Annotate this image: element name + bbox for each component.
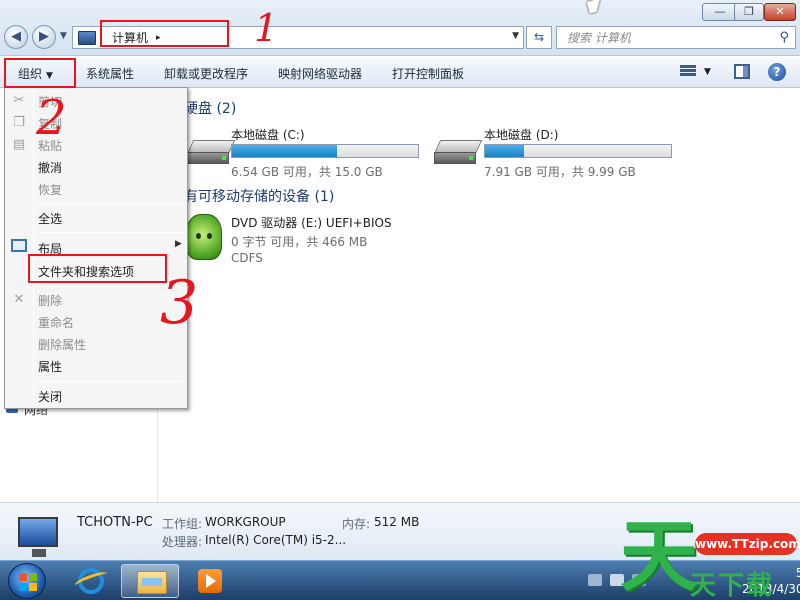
folder-icon xyxy=(137,571,167,594)
menu-item-close[interactable]: 关闭 xyxy=(38,388,62,405)
maximize-button[interactable]: ❐ xyxy=(734,3,764,21)
drive-space: 7.91 GB 可用，共 9.99 GB xyxy=(484,165,636,179)
close-button[interactable]: ✕ xyxy=(764,3,796,21)
computer-icon xyxy=(78,30,96,45)
preview-pane-icon[interactable] xyxy=(734,64,750,79)
drive-usage-bar xyxy=(484,144,672,158)
address-dropdown[interactable]: ▼ xyxy=(512,31,519,41)
workgroup-value: WORKGROUP xyxy=(205,515,286,529)
drive-space: 6.54 GB 可用，共 15.0 GB xyxy=(231,165,383,179)
forward-button[interactable]: ▶ xyxy=(32,25,56,49)
annotation-box-address xyxy=(100,20,229,47)
open-control-panel-button[interactable]: 打开控制面板 xyxy=(392,65,464,82)
taskbar-internet-explorer[interactable] xyxy=(62,564,120,598)
annotation-box-organize xyxy=(4,58,76,88)
media-player-icon xyxy=(198,569,222,593)
help-icon[interactable]: ? xyxy=(768,63,786,81)
annotation-box-folder-options xyxy=(28,254,167,283)
watermark-logo: 天 xyxy=(620,512,699,600)
menu-item-undo[interactable]: 撤消 xyxy=(38,159,62,176)
dvd-drive-icon xyxy=(186,214,222,260)
refresh-button[interactable]: ⇆ xyxy=(526,26,552,49)
menu-item-properties[interactable]: 属性 xyxy=(38,358,62,375)
drive-usage-bar xyxy=(231,144,419,158)
scissors-icon: ✂ xyxy=(13,93,25,108)
search-icon[interactable]: ⚲ xyxy=(779,30,789,45)
removable-devices-header[interactable]: 有可移动存储的设备 (1) xyxy=(184,186,334,206)
annotation-number-1: 1 xyxy=(254,6,279,50)
menu-separator xyxy=(37,381,183,382)
hard-disk-icon xyxy=(433,140,483,166)
uninstall-program-button[interactable]: 卸载或更改程序 xyxy=(164,65,248,82)
menu-item-select-all[interactable]: 全选 xyxy=(38,210,62,227)
menu-item-redo[interactable]: 恢复 xyxy=(38,181,62,198)
recent-pages-dropdown[interactable]: ▼ xyxy=(60,31,67,41)
dvd-drive-name[interactable]: DVD 驱动器 (E:) UEFI+BIOS xyxy=(231,214,392,231)
copy-icon: ❐ xyxy=(13,115,25,130)
menu-item-remove-properties[interactable]: 删除属性 xyxy=(38,336,86,353)
computer-monitor-icon xyxy=(18,517,58,557)
system-properties-button[interactable]: 系统属性 xyxy=(86,65,134,82)
paste-icon: ▤ xyxy=(12,137,26,152)
view-options-dropdown[interactable]: ▼ xyxy=(704,67,711,77)
annotation-number-2: 2 xyxy=(36,90,67,146)
memory-label: 内存: xyxy=(342,517,371,531)
minimize-button[interactable]: — xyxy=(702,3,738,21)
menu-item-delete[interactable]: 删除 xyxy=(38,292,62,309)
drive-name: 本地磁盘 (D:) xyxy=(484,128,559,142)
map-network-drive-button[interactable]: 映射网络驱动器 xyxy=(278,65,362,82)
menu-separator xyxy=(37,204,183,205)
delete-icon: ✕ xyxy=(13,292,25,307)
search-input[interactable]: 搜索 计算机 ⚲ xyxy=(556,26,796,49)
watermark-text: 天下载 xyxy=(690,571,775,600)
keyboard-icon[interactable] xyxy=(588,574,602,586)
taskbar-media-player[interactable] xyxy=(180,564,238,598)
hard-disk-icon xyxy=(186,140,236,166)
menu-item-rename[interactable]: 重命名 xyxy=(38,314,74,331)
taskbar-windows-explorer[interactable] xyxy=(121,564,179,598)
workgroup-label: 工作组: xyxy=(162,517,203,531)
internet-explorer-icon xyxy=(78,568,104,594)
drive-usage-fill xyxy=(485,145,524,157)
watermark-site: www.TTzip.com xyxy=(695,533,800,555)
dvd-drive-space: 0 字节 可用，共 466 MB xyxy=(231,235,368,249)
submenu-arrow-icon: ▶ xyxy=(175,239,182,249)
processor-value: Intel(R) Core(TM) i5-2... xyxy=(205,533,347,547)
search-placeholder: 搜索 计算机 xyxy=(567,31,631,45)
menu-separator xyxy=(37,232,183,233)
start-button[interactable] xyxy=(8,563,46,599)
layout-icon xyxy=(11,239,27,252)
change-view-icon[interactable] xyxy=(680,64,696,80)
dvd-drive-filesystem: CDFS xyxy=(231,251,263,265)
annotation-number-3: 3 xyxy=(160,268,199,338)
drive-name: 本地磁盘 (C:) xyxy=(231,128,305,142)
drive-usage-fill xyxy=(232,145,337,157)
back-button[interactable]: ◀ xyxy=(4,25,28,49)
hard-disks-header[interactable]: 硬盘 (2) xyxy=(184,98,236,118)
memory-value: 512 MB xyxy=(374,515,420,529)
computer-name: TCHOTN-PC xyxy=(77,515,153,530)
processor-label: 处理器: xyxy=(162,535,203,549)
menu-gutter xyxy=(33,90,34,406)
command-bar: 组织 ▼ 系统属性 卸载或更改程序 映射网络驱动器 打开控制面板 ▼ ? xyxy=(0,58,800,88)
organize-menu: ✂ 剪切 ❐ 复制 ▤ 粘贴 撤消 恢复 全选 布局 ▶ 文件夹和搜索选项 ✕ … xyxy=(4,87,188,409)
